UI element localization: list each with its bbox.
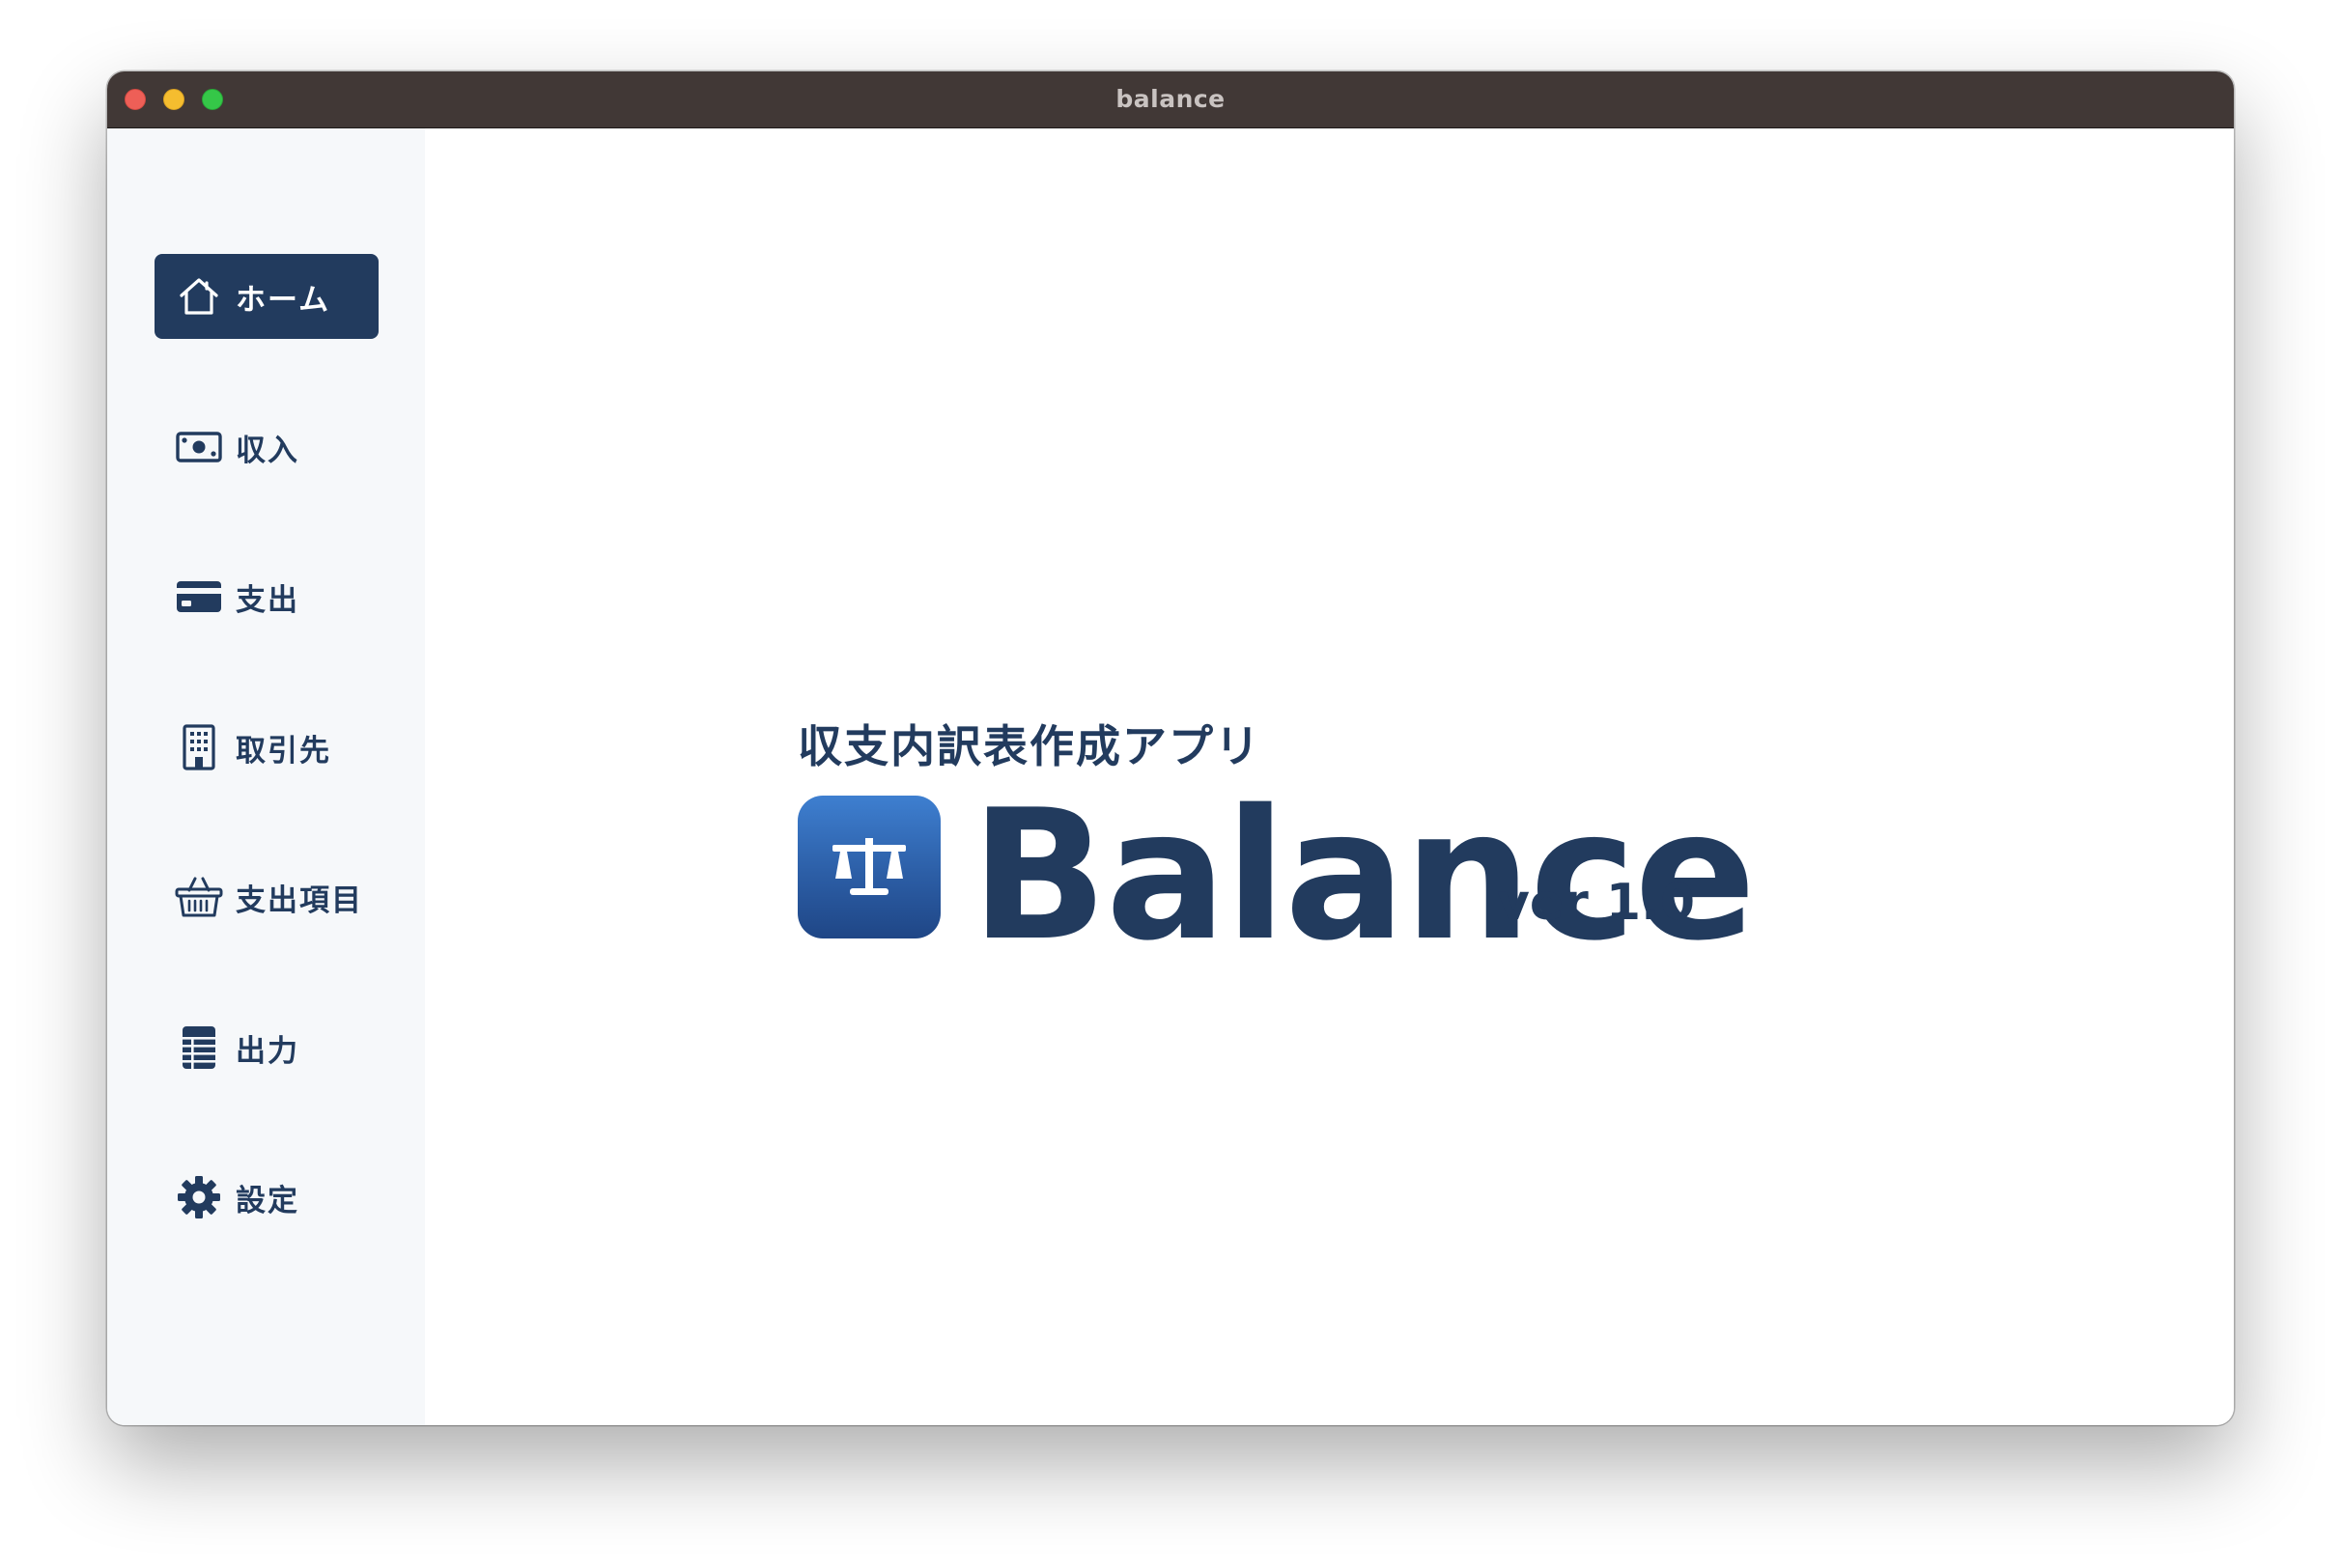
- app-subtitle: 収支内訳表作成アプリ: [798, 720, 1261, 772]
- sidebar-item-expense[interactable]: 支出: [155, 554, 379, 639]
- app-version: ver 1.0: [1497, 874, 1696, 932]
- app-window: balance ホーム 収入 支出 取引先 支出項目 出力 設定 収支内訳表作成…: [107, 71, 2234, 1425]
- sidebar-item-expense-categories[interactable]: 支出項目: [155, 854, 379, 939]
- home-icon: [174, 271, 224, 322]
- sidebar-item-label: 収入: [236, 433, 299, 468]
- sidebar-item-clients[interactable]: 取引先: [155, 705, 379, 790]
- title-bar[interactable]: balance: [107, 71, 2234, 128]
- sidebar-item-home[interactable]: ホーム: [155, 254, 379, 339]
- basket-icon: [174, 872, 224, 922]
- building-icon: [174, 722, 224, 772]
- sidebar-item-label: 支出: [236, 582, 299, 618]
- sidebar-item-income[interactable]: 収入: [155, 405, 379, 490]
- sidebar-item-label: 取引先: [236, 733, 331, 769]
- sidebar-item-label: ホーム: [236, 282, 331, 318]
- sidebar-item-settings[interactable]: 設定: [155, 1155, 379, 1240]
- sidebar-item-label: 支出項目: [236, 882, 363, 918]
- home-content: 収支内訳表作成アプリ Balance ver 1.0: [425, 128, 2234, 1425]
- sidebar-nav: ホーム 収入 支出 取引先 支出項目 出力 設定: [107, 128, 425, 1425]
- gear-icon: [174, 1172, 224, 1222]
- credit-card-icon: [174, 572, 224, 622]
- sidebar-item-output[interactable]: 出力: [155, 1005, 379, 1090]
- balance-scale-icon: [798, 796, 941, 938]
- cash-icon: [174, 422, 224, 472]
- sidebar-item-label: 出力: [236, 1033, 299, 1069]
- table-icon: [174, 1022, 224, 1073]
- sidebar-item-label: 設定: [236, 1183, 299, 1218]
- window-title: balance: [1115, 85, 1226, 113]
